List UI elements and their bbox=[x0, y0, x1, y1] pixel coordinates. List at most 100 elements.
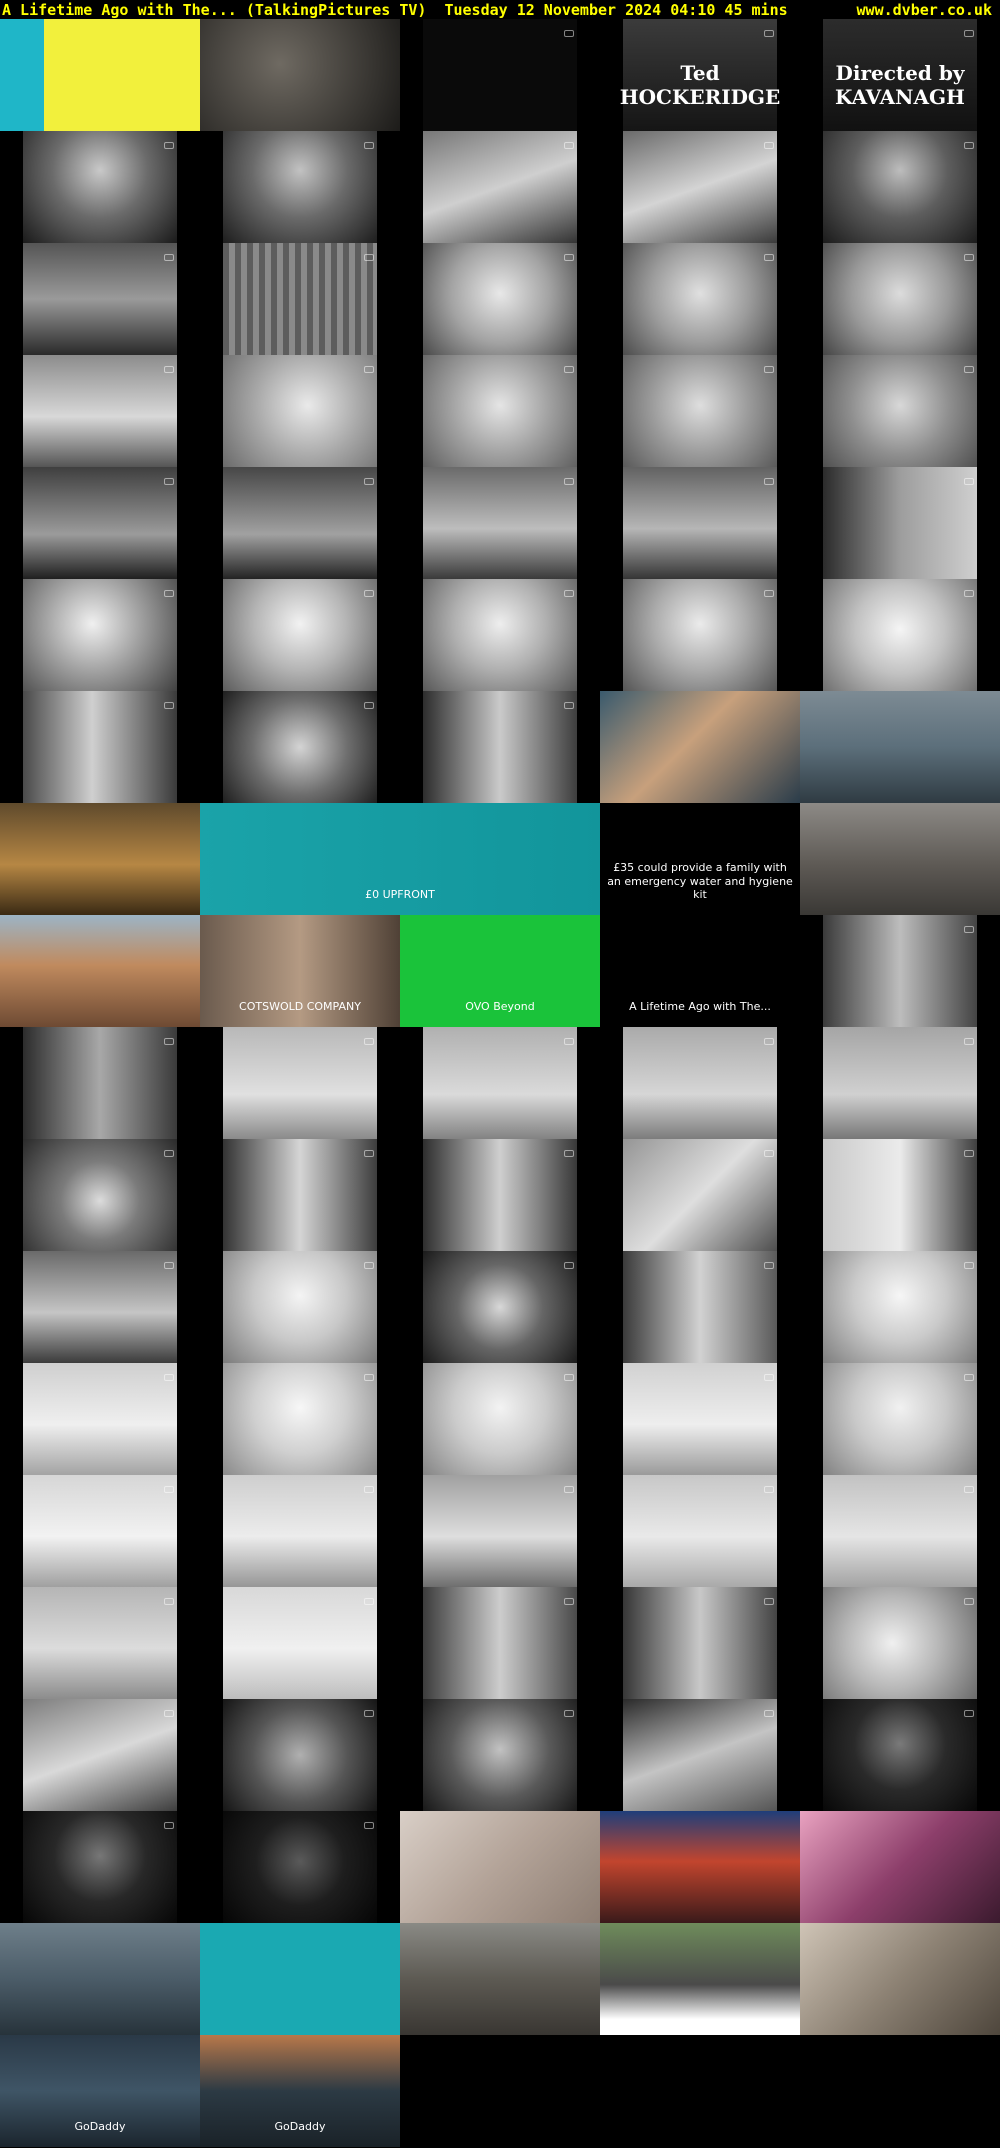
thumb-advert-city[interactable] bbox=[0, 915, 200, 1027]
thumb-large-man[interactable] bbox=[200, 691, 400, 803]
thumb-dancer-feet[interactable] bbox=[200, 1587, 400, 1699]
thumb-dancer-legs[interactable] bbox=[600, 1475, 800, 1587]
film-sprocket-icon bbox=[364, 478, 374, 485]
thumb-explorer-2[interactable] bbox=[400, 1363, 600, 1475]
thumb-woman-smiling[interactable] bbox=[800, 1251, 1000, 1363]
thumb-advert-appeal[interactable]: £35 could provide a family with an emerg… bbox=[600, 803, 800, 915]
thumb-couple-curtain[interactable] bbox=[800, 467, 1000, 579]
thumb-explorer-3[interactable] bbox=[800, 1363, 1000, 1475]
thumb-singer-closeup-3[interactable] bbox=[600, 355, 800, 467]
thumb-advert-fabric[interactable] bbox=[400, 1811, 600, 1923]
thumb-curtain[interactable] bbox=[200, 243, 400, 355]
thumb-top-hat-singer-3[interactable] bbox=[800, 243, 1000, 355]
thumb-advert-godaddy[interactable]: GoDaddy bbox=[0, 2035, 200, 2147]
thumb-singer-wide[interactable] bbox=[0, 355, 200, 467]
thumb-dancers-4[interactable] bbox=[800, 1027, 1000, 1139]
thumb-pianist-woman[interactable] bbox=[600, 1139, 800, 1251]
thumb-piano-hands-2[interactable] bbox=[600, 131, 800, 243]
thumb-advert-ee-broadband[interactable]: £0 UPFRONT bbox=[200, 803, 600, 915]
thumb-advert-ovo[interactable]: OVO Beyond bbox=[400, 915, 600, 1027]
thumb-dancers-3[interactable] bbox=[600, 1027, 800, 1139]
thumb-couple-dance[interactable] bbox=[800, 915, 1000, 1027]
thumb-piano-hands[interactable] bbox=[400, 131, 600, 243]
thumb-two-men[interactable] bbox=[400, 691, 600, 803]
film-sprocket-icon bbox=[564, 478, 574, 485]
thumb-advert-lion[interactable] bbox=[0, 803, 200, 915]
thumb-advert-phone[interactable] bbox=[800, 1811, 1000, 1923]
thumb-stage-trio-2[interactable] bbox=[400, 1139, 600, 1251]
thumb-explorer-globe-2[interactable] bbox=[200, 1475, 400, 1587]
thumb-woman-portrait-3[interactable] bbox=[600, 579, 800, 691]
thumb-man-stage-dark[interactable] bbox=[200, 1811, 400, 1923]
thumb-man-dark-2[interactable] bbox=[0, 1811, 200, 1923]
thumb-piano-keys-2[interactable] bbox=[600, 1699, 800, 1811]
thumb-advert-rubble[interactable] bbox=[800, 803, 1000, 915]
thumb-advert-boxer[interactable] bbox=[800, 691, 1000, 803]
thumb-dancers[interactable] bbox=[200, 1027, 400, 1139]
thumb-singer-stage[interactable] bbox=[0, 467, 200, 579]
thumb-singer-closeup-4[interactable] bbox=[800, 355, 1000, 467]
thumb-band[interactable] bbox=[0, 1251, 200, 1363]
thumb-guitarist[interactable] bbox=[400, 1251, 600, 1363]
thumb-credit-hockeridge[interactable]: Ted HOCKERIDGE bbox=[600, 19, 800, 131]
thumb-advert-yellow[interactable] bbox=[0, 19, 200, 131]
thumb-explorer[interactable] bbox=[0, 1363, 200, 1475]
thumb-drum[interactable] bbox=[800, 1587, 1000, 1699]
thumb-piano-keys[interactable] bbox=[0, 1699, 200, 1811]
thumb-advert-young-man[interactable] bbox=[600, 691, 800, 803]
thumb-black-frame[interactable] bbox=[400, 19, 600, 131]
thumb-stage-trio[interactable] bbox=[200, 1139, 400, 1251]
thumb-channel-ident[interactable]: A Lifetime Ago with The... bbox=[600, 915, 800, 1027]
film-sprocket-icon bbox=[564, 1710, 574, 1717]
site-link[interactable]: www.dvber.co.uk bbox=[857, 1, 992, 19]
thumbnail-image bbox=[623, 1027, 777, 1139]
thumb-couple[interactable] bbox=[0, 691, 200, 803]
thumb-handshake[interactable] bbox=[400, 1587, 600, 1699]
thumb-three-men[interactable] bbox=[600, 1587, 800, 1699]
film-sprocket-icon bbox=[364, 1262, 374, 1269]
thumb-explorer-globe[interactable] bbox=[600, 1363, 800, 1475]
thumb-man-portrait-3[interactable] bbox=[800, 131, 1000, 243]
thumb-dancers-stage[interactable] bbox=[0, 1587, 200, 1699]
thumb-advert-crowd[interactable] bbox=[400, 1923, 600, 2035]
thumb-woman-portrait[interactable] bbox=[200, 579, 400, 691]
thumb-dancer-legs-2[interactable] bbox=[800, 1475, 1000, 1587]
thumb-advert-coop-funeral[interactable] bbox=[600, 1923, 800, 2035]
thumb-group-scene[interactable] bbox=[0, 243, 200, 355]
thumb-top-hat-singer-2[interactable] bbox=[600, 243, 800, 355]
thumb-credit-kavanagh[interactable]: Directed by KAVANAGH bbox=[800, 19, 1000, 131]
thumb-man-dark[interactable] bbox=[800, 1699, 1000, 1811]
thumbnail-image bbox=[623, 243, 777, 355]
film-sprocket-icon bbox=[964, 30, 974, 37]
thumb-woman-profile[interactable] bbox=[0, 579, 200, 691]
thumb-man-portrait-2[interactable] bbox=[200, 131, 400, 243]
thumb-double-bass[interactable] bbox=[200, 1699, 400, 1811]
thumbnail-image bbox=[23, 1587, 177, 1699]
thumb-advert-kitchen[interactable] bbox=[800, 1923, 1000, 2035]
thumb-drummer[interactable] bbox=[400, 1699, 600, 1811]
thumb-piano-stage[interactable] bbox=[400, 467, 600, 579]
thumb-advert-cotswold[interactable]: COTSWOLD COMPANY bbox=[200, 915, 400, 1027]
thumb-top-hat-singer[interactable] bbox=[400, 243, 600, 355]
thumb-advert-teal[interactable] bbox=[200, 1923, 400, 2035]
thumb-dancer-hula[interactable] bbox=[400, 1475, 600, 1587]
thumb-dark-frame[interactable] bbox=[200, 19, 400, 131]
thumb-violinist-woman[interactable] bbox=[800, 1139, 1000, 1251]
thumb-couple-embrace[interactable] bbox=[0, 1027, 200, 1139]
thumb-singer-stage-2[interactable] bbox=[200, 467, 400, 579]
thumb-man-portrait[interactable] bbox=[0, 131, 200, 243]
thumb-singer-closeup[interactable] bbox=[200, 355, 400, 467]
thumb-explorer-4[interactable] bbox=[0, 1475, 200, 1587]
thumb-explorer-closeup[interactable] bbox=[200, 1363, 400, 1475]
thumb-woman-closeup[interactable] bbox=[800, 579, 1000, 691]
thumb-singer-closeup-2[interactable] bbox=[400, 355, 600, 467]
thumb-crystal-ball[interactable] bbox=[0, 1139, 200, 1251]
thumb-dancers-2[interactable] bbox=[400, 1027, 600, 1139]
thumb-woman-portrait-2[interactable] bbox=[400, 579, 600, 691]
thumb-advert-boxer-2[interactable] bbox=[0, 1923, 200, 2035]
thumb-advert-godaddy-2[interactable]: GoDaddy bbox=[200, 2035, 400, 2147]
thumb-woman-singing[interactable] bbox=[200, 1251, 400, 1363]
thumb-piano-stage-2[interactable] bbox=[600, 467, 800, 579]
thumb-woman-with-band[interactable] bbox=[600, 1251, 800, 1363]
thumb-advert-arcade[interactable] bbox=[600, 1811, 800, 1923]
